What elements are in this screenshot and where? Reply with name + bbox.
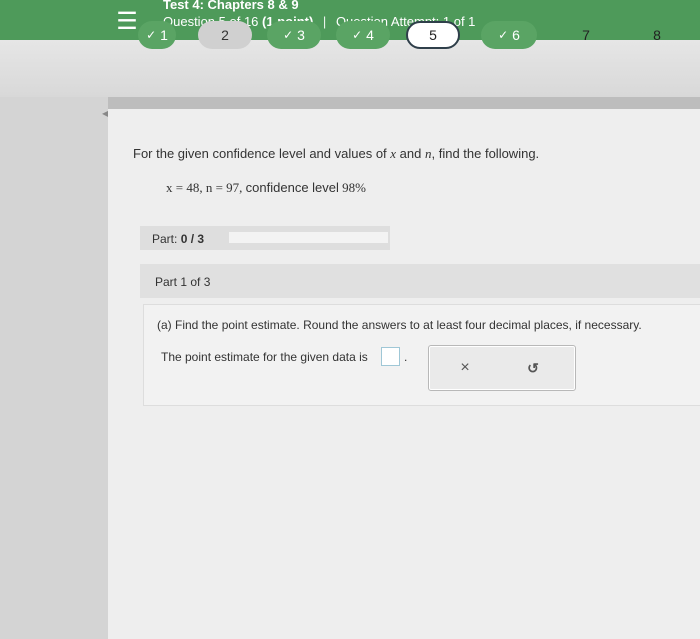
prompt-text: and — [396, 146, 425, 161]
progress-value: 0 / 3 — [180, 232, 205, 246]
clear-x-icon[interactable]: × — [454, 357, 476, 379]
checkmark-icon: ✓ — [283, 28, 294, 42]
question-nav-label: 2 — [221, 27, 229, 43]
answer-tools — [428, 345, 576, 391]
question-nav-label: 3 — [297, 27, 305, 43]
question-nav-7[interactable]: 7 — [563, 21, 609, 49]
part-instruction: (a) Find the point estimate. Round the a… — [157, 318, 642, 332]
question-nav-label: 6 — [512, 27, 520, 43]
question-nav-6[interactable]: ✓ 6 — [481, 21, 537, 49]
progress-label: Part: — [152, 232, 178, 246]
question-nav-label: 4 — [366, 27, 374, 43]
point-estimate-input[interactable] — [381, 347, 400, 366]
test-title: Test 4: Chapters 8 & 9 — [163, 0, 299, 12]
progress-bar — [229, 232, 388, 243]
question-nav-8[interactable]: 8 — [630, 21, 684, 49]
question-nav-label: 1 — [160, 27, 168, 43]
given-numbers: x = 48, n = 97, — [166, 180, 246, 195]
question-nav-label: 8 — [653, 27, 661, 43]
given-label: confidence level — [245, 180, 339, 195]
answer-label: The point estimate for the given data is — [161, 350, 368, 364]
given-level: 98% — [338, 180, 366, 195]
problem-prompt: For the given confidence level and value… — [133, 146, 539, 162]
question-nav-3[interactable]: ✓ 3 — [267, 21, 321, 49]
question-nav-5[interactable]: 5 — [406, 21, 460, 49]
answer-period: . — [404, 350, 408, 364]
part-progress-label: Part: 0 / 3 — [152, 232, 204, 246]
question-nav-4[interactable]: ✓ 4 — [336, 21, 390, 49]
question-nav-2[interactable]: 2 — [198, 21, 252, 49]
checkmark-icon: ✓ — [146, 28, 157, 42]
question-nav-label: 5 — [429, 27, 437, 43]
undo-icon[interactable]: ↺ — [522, 357, 544, 379]
left-margin — [0, 97, 108, 639]
checkmark-icon: ✓ — [352, 28, 363, 42]
question-nav-label: 7 — [582, 27, 590, 43]
checkmark-icon: ✓ — [498, 28, 509, 42]
header-separator: | — [322, 14, 327, 29]
given-values: x = 48, n = 97, confidence level 98% — [166, 180, 366, 196]
question-nav-1[interactable]: ✓ 1 — [138, 21, 176, 49]
prompt-text: , find the following. — [431, 146, 540, 161]
prompt-text: For the given confidence level and value… — [133, 146, 391, 161]
part-header-label: Part 1 of 3 — [155, 275, 211, 289]
navigator-divider — [108, 97, 700, 109]
part-header — [140, 264, 700, 298]
